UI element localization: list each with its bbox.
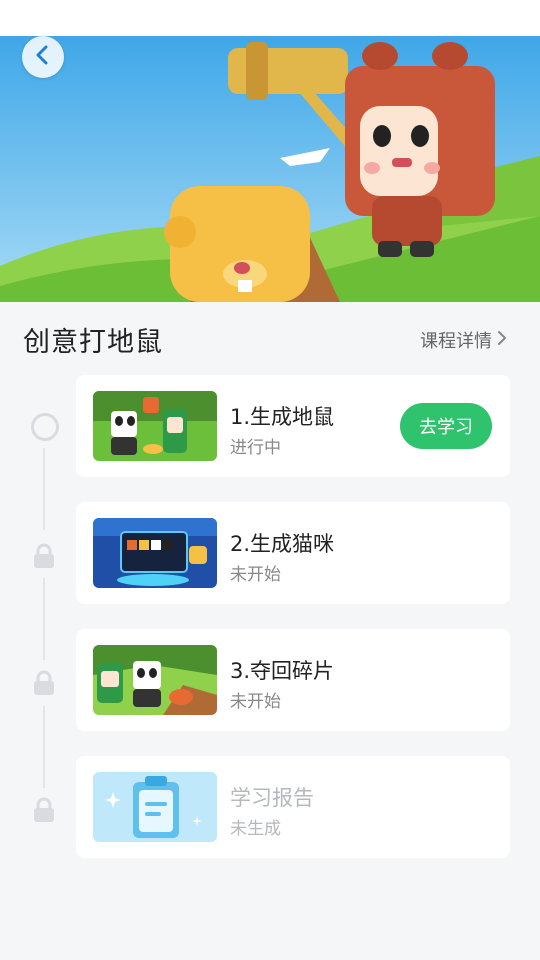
progress-node-icon (31, 413, 59, 441)
report-status: 未生成 (230, 819, 281, 839)
chevron-left-icon (32, 44, 54, 70)
back-button[interactable] (22, 36, 64, 78)
report-card: 学习报告 未生成 (76, 756, 510, 858)
lesson-title: 2.生成猫咪 (230, 532, 335, 556)
lesson-card[interactable]: 3.夺回碎片 未开始 (76, 629, 510, 731)
course-detail-link[interactable]: 课程详情 (420, 327, 508, 353)
course-header: 创意打地鼠 课程详情 (0, 302, 540, 374)
lesson-card[interactable]: 1.生成地鼠 进行中 去学习 (76, 375, 510, 477)
lesson-title: 3.夺回碎片 (230, 659, 335, 683)
timeline-connector (43, 578, 45, 660)
lesson-thumbnail (93, 391, 217, 461)
lesson-thumbnail (93, 518, 217, 588)
lesson-status: 未开始 (230, 565, 281, 585)
lesson-thumbnail (93, 645, 217, 715)
timeline-connector (43, 448, 45, 530)
report-thumbnail (93, 772, 217, 842)
go-study-button[interactable]: 去学习 (400, 403, 492, 449)
course-banner-image (0, 36, 540, 302)
chevron-right-icon (492, 330, 508, 351)
course-detail-label: 课程详情 (420, 331, 492, 352)
lesson-card[interactable]: 2.生成猫咪 未开始 (76, 502, 510, 604)
timeline-connector (43, 706, 45, 788)
status-bar (0, 0, 540, 36)
report-title: 学习报告 (230, 786, 314, 810)
lesson-title: 1.生成地鼠 (230, 405, 335, 429)
lock-icon (31, 670, 57, 696)
course-title: 创意打地鼠 (23, 327, 163, 358)
lock-icon (31, 543, 57, 569)
lock-icon (31, 797, 57, 823)
lesson-status: 进行中 (230, 438, 281, 458)
lesson-status: 未开始 (230, 692, 281, 712)
